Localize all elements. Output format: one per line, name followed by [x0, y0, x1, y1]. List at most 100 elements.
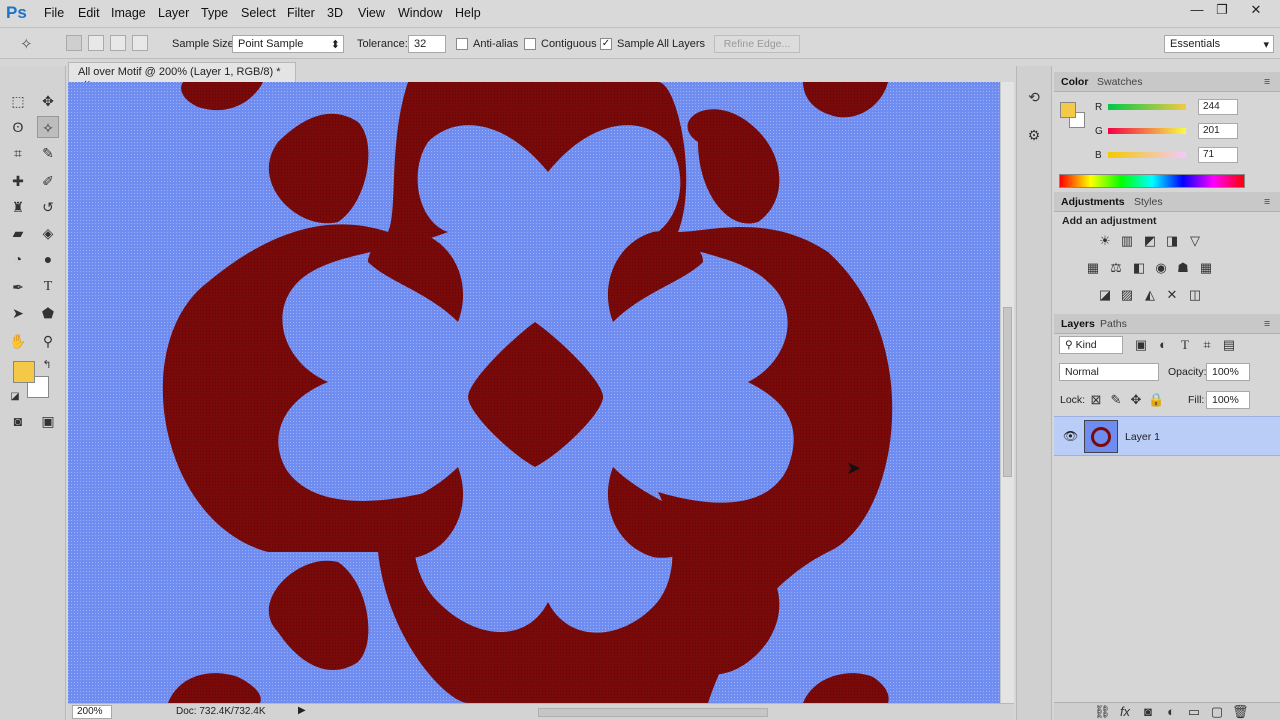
blur-tool-icon[interactable]: ◔ [7, 248, 29, 270]
color-balance-icon[interactable]: ⚖ [1108, 260, 1124, 276]
tab-color[interactable]: Color [1061, 76, 1088, 88]
exposure-icon[interactable]: ◨ [1164, 233, 1180, 249]
magic-wand-tool-icon[interactable]: ✧ [37, 116, 59, 138]
marquee-tool-icon[interactable]: ⬚ [7, 90, 29, 112]
magic-wand-icon[interactable]: ✧ [20, 35, 33, 53]
workspace-select[interactable]: Essentials ▾ [1164, 35, 1274, 53]
b-slider[interactable] [1108, 152, 1186, 158]
menu-file[interactable]: File [44, 6, 64, 20]
document-canvas[interactable]: ➤ [68, 82, 1000, 703]
type-tool-icon[interactable]: T [37, 276, 59, 298]
posterize-icon[interactable]: ▨ [1119, 287, 1135, 303]
threshold-icon[interactable]: ◭ [1142, 287, 1158, 303]
lasso-tool-icon[interactable]: ʘ [7, 116, 29, 138]
lock-all-icon[interactable]: 🔒 [1148, 392, 1164, 408]
panel-menu-icon[interactable]: ≡ [1264, 76, 1270, 88]
menu-window[interactable]: Window [398, 6, 442, 20]
black-white-icon[interactable]: ◧ [1131, 260, 1147, 276]
delete-layer-icon[interactable]: 🗑 [1232, 704, 1249, 720]
default-colors-icon[interactable]: ◪ [4, 386, 26, 408]
brush-tool-icon[interactable]: ✐ [37, 170, 59, 192]
vibrance-icon[interactable]: ▽ [1187, 233, 1203, 249]
b-value-field[interactable]: 71 [1198, 147, 1238, 163]
history-brush-tool-icon[interactable]: ↺ [37, 196, 59, 218]
menu-edit[interactable]: Edit [78, 6, 100, 20]
blend-mode-select[interactable]: Normal [1059, 363, 1159, 381]
add-mask-icon[interactable]: ◙ [1140, 704, 1156, 720]
history-panel-icon[interactable]: ⟲ [1023, 86, 1045, 108]
filter-pixel-icon[interactable]: ▣ [1133, 337, 1149, 353]
r-slider[interactable] [1108, 104, 1186, 110]
eye-icon[interactable]: 👁 [1063, 429, 1078, 443]
contiguous-checkbox[interactable] [524, 38, 536, 50]
g-slider[interactable] [1108, 128, 1186, 134]
new-selection-button[interactable] [66, 35, 82, 51]
screen-mode-icon[interactable]: ▣ [37, 410, 59, 432]
curves-icon[interactable]: ◩ [1142, 233, 1158, 249]
scroll-thumb[interactable] [1003, 307, 1012, 477]
menu-help[interactable]: Help [455, 6, 481, 20]
panel-menu-icon[interactable]: ≡ [1264, 196, 1270, 208]
horizontal-scroll-thumb[interactable] [538, 708, 768, 717]
new-layer-icon[interactable]: ▢ [1209, 704, 1225, 720]
link-layers-icon[interactable]: ⛓ [1094, 704, 1111, 720]
panel-menu-icon[interactable]: ≡ [1264, 318, 1270, 330]
filter-smart-object-icon[interactable]: ▤ [1221, 337, 1237, 353]
path-selection-tool-icon[interactable]: ➤ [7, 302, 29, 324]
gradient-map-icon[interactable]: ◫ [1187, 287, 1203, 303]
lock-position-icon[interactable]: ✥ [1128, 392, 1144, 408]
refine-edge-button[interactable]: Refine Edge... [714, 35, 800, 53]
move-tool-icon[interactable]: ✥ [37, 90, 59, 112]
pen-tool-icon[interactable]: ✒ [7, 276, 29, 298]
sample-all-layers-checkbox[interactable]: ✓ [600, 38, 612, 50]
intersect-selection-button[interactable] [132, 35, 148, 51]
restore-button[interactable]: ❐ [1210, 2, 1234, 20]
layer-filter-select[interactable]: ⚲ Kind [1059, 336, 1123, 354]
menu-image[interactable]: Image [111, 6, 146, 20]
new-adjustment-layer-icon[interactable]: ◐ [1163, 704, 1179, 720]
tab-styles[interactable]: Styles [1134, 196, 1163, 208]
zoom-level-field[interactable]: 200% [72, 705, 112, 719]
color-lookup-icon[interactable]: ▦ [1198, 260, 1214, 276]
quick-mask-icon[interactable]: ◙ [7, 410, 29, 432]
dodge-tool-icon[interactable]: ● [37, 248, 59, 270]
swap-colors-icon[interactable]: ↰ [36, 354, 58, 376]
eraser-tool-icon[interactable]: ▰ [7, 222, 29, 244]
healing-brush-tool-icon[interactable]: ✚ [7, 170, 29, 192]
layer-row[interactable]: 👁 Layer 1 [1054, 416, 1280, 456]
menu-type[interactable]: Type [201, 6, 228, 20]
hue-saturation-icon[interactable]: ▦ [1085, 260, 1101, 276]
layer-style-icon[interactable]: fx [1117, 704, 1133, 720]
eyedropper-tool-icon[interactable]: ✎ [37, 142, 59, 164]
shape-tool-icon[interactable]: ⬟ [37, 302, 59, 324]
menu-3d[interactable]: 3D [327, 6, 343, 20]
menu-filter[interactable]: Filter [287, 6, 315, 20]
sample-size-select[interactable]: Point Sample ⬍ [232, 35, 344, 53]
paint-bucket-tool-icon[interactable]: ◈ [37, 222, 59, 244]
properties-panel-icon[interactable]: ⚙ [1023, 124, 1045, 146]
photo-filter-icon[interactable]: ◉ [1153, 260, 1169, 276]
vertical-scrollbar[interactable] [1000, 82, 1014, 703]
fill-field[interactable]: 100% [1206, 391, 1250, 409]
invert-icon[interactable]: ◪ [1097, 287, 1113, 303]
filter-adjustment-icon[interactable]: ◐ [1155, 337, 1171, 353]
close-window-button[interactable]: ✕ [1244, 2, 1268, 20]
add-selection-button[interactable] [88, 35, 104, 51]
crop-tool-icon[interactable]: ⌗ [7, 142, 29, 164]
opacity-field[interactable]: 100% [1206, 363, 1250, 381]
g-value-field[interactable]: 201 [1198, 123, 1238, 139]
filter-type-icon[interactable]: T [1177, 337, 1193, 353]
tab-paths[interactable]: Paths [1100, 318, 1127, 330]
tab-swatches[interactable]: Swatches [1097, 76, 1143, 88]
new-group-icon[interactable]: ▭ [1186, 704, 1202, 720]
menu-layer[interactable]: Layer [158, 6, 189, 20]
document-tab[interactable]: All over Motif @ 200% (Layer 1, RGB/8) *… [68, 62, 296, 90]
levels-icon[interactable]: ▥ [1119, 233, 1135, 249]
channel-mixer-icon[interactable]: ☗ [1175, 260, 1191, 276]
menu-view[interactable]: View [358, 6, 385, 20]
menu-select[interactable]: Select [241, 6, 276, 20]
tab-adjustments[interactable]: Adjustments [1061, 196, 1125, 208]
minimize-button[interactable]: — [1185, 2, 1209, 20]
filter-shape-icon[interactable]: ⌗ [1199, 337, 1215, 353]
hand-tool-icon[interactable]: ✋ [7, 330, 29, 352]
